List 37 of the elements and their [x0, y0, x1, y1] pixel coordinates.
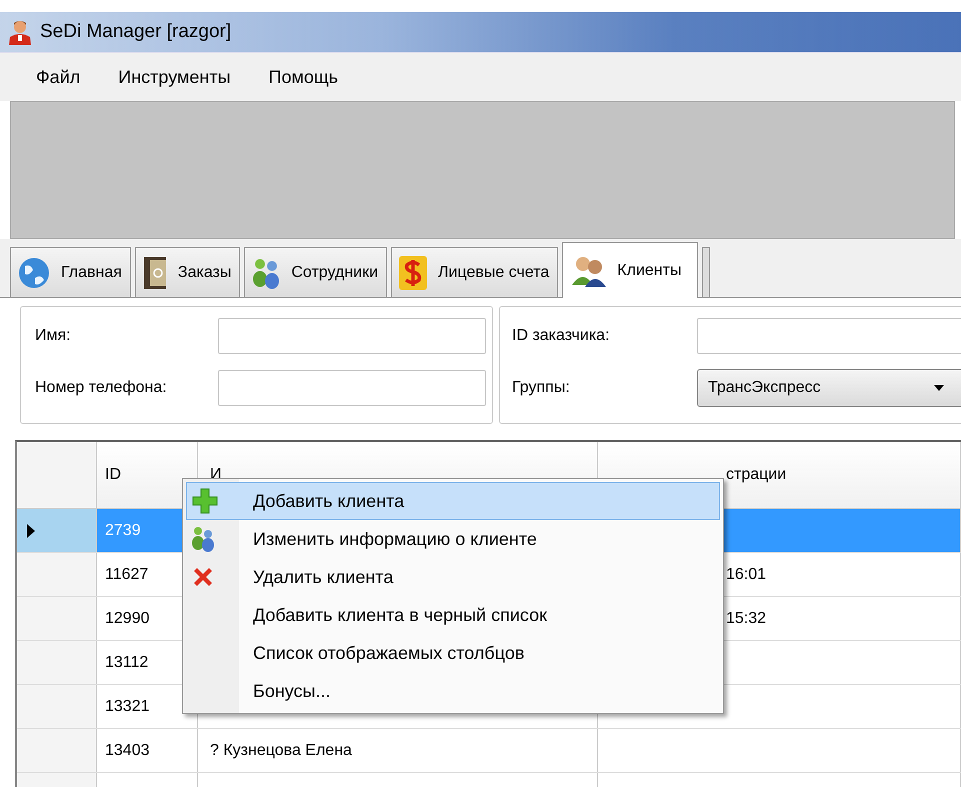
row-header[interactable] — [17, 553, 97, 596]
tab[interactable]: Лицевые счета — [391, 247, 558, 297]
tab[interactable]: Сотрудники — [244, 247, 388, 297]
dollar-icon — [398, 254, 428, 290]
field-label: ID заказчика: — [512, 327, 611, 345]
person-icon — [8, 19, 32, 45]
input-field[interactable] — [218, 370, 486, 406]
field-label: Номер телефона: — [35, 379, 168, 397]
input-field[interactable] — [697, 318, 961, 354]
tab[interactable]: Клиенты — [562, 242, 698, 298]
context-menu-item[interactable]: Добавить клиента — [186, 482, 720, 520]
row-header[interactable] — [17, 729, 97, 772]
dropdown-arrow-icon — [933, 384, 945, 392]
address-book-icon — [142, 256, 168, 290]
menu-item[interactable]: Помощь — [268, 66, 338, 88]
row-header[interactable] — [17, 509, 97, 552]
table-cell: 13403 — [97, 729, 198, 772]
row-header[interactable] — [17, 685, 97, 728]
row-header[interactable] — [17, 597, 97, 640]
tab[interactable] — [702, 247, 710, 297]
table-cell: ? Кузнецова Елена — [198, 729, 598, 772]
globe-icon — [17, 256, 51, 290]
field-label: Имя: — [35, 327, 72, 345]
input-field[interactable] — [218, 318, 486, 354]
group-dropdown[interactable]: ТрансЭкспресс — [697, 369, 961, 407]
people-icon — [251, 256, 282, 288]
menu-item[interactable]: Инструменты — [118, 66, 231, 88]
people-icon — [571, 254, 608, 286]
tab[interactable]: Главная — [10, 247, 131, 297]
field-label: Группы: — [512, 379, 571, 397]
row-header[interactable] — [17, 641, 97, 684]
menu-item[interactable]: Файл — [36, 66, 80, 88]
tab[interactable]: Заказы — [134, 247, 240, 297]
people-icon — [191, 526, 215, 552]
row-pointer-icon — [27, 524, 35, 538]
plus-icon — [191, 487, 219, 515]
window-title: SeDi Manager [razgor] — [40, 21, 232, 43]
